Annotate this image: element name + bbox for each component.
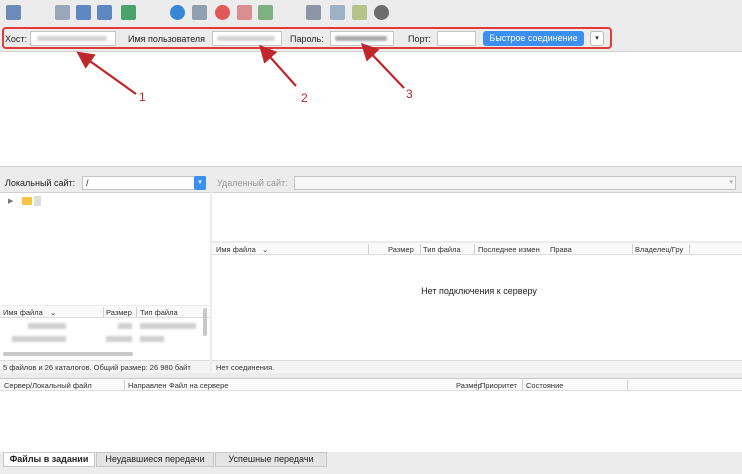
- remote-col-modified[interactable]: Последнее измен: [478, 245, 540, 254]
- remote-col-owner[interactable]: Владелец/Гру: [635, 245, 683, 254]
- annotation-arrow-2: [259, 44, 297, 87]
- remote-site-label: Удаленный сайт:: [217, 178, 288, 188]
- remote-col-type[interactable]: Тип файла: [423, 245, 461, 254]
- app-status-bar: [0, 468, 742, 474]
- transfer-queue[interactable]: Сервер/Локальный файл Направлен Файл на …: [0, 378, 742, 452]
- local-site-bar: Локальный сайт: / ▾: [0, 172, 210, 192]
- chevron-down-icon[interactable]: ⌄: [50, 308, 56, 317]
- tab-queued-files[interactable]: Файлы в задании: [3, 452, 95, 467]
- remote-status-bar: Нет соединения.: [212, 360, 742, 373]
- local-status-bar: 5 файлов и 26 каталогов. Общий размер: 2…: [0, 360, 210, 373]
- scrollbar-horizontal[interactable]: [3, 352, 133, 356]
- expand-arrow-icon[interactable]: ▶: [8, 197, 13, 205]
- tab-failed-transfers[interactable]: Неудавшиеся передачи: [96, 452, 214, 467]
- annotation-label-3: 3: [406, 87, 413, 101]
- remote-status-text: Нет соединения.: [216, 363, 275, 372]
- list-item[interactable]: [0, 320, 204, 332]
- remote-col-permissions[interactable]: Права: [550, 245, 572, 254]
- local-col-filename[interactable]: Имя файла: [3, 308, 43, 317]
- queue-col-direction[interactable]: Направлен: [128, 381, 167, 390]
- queue-col-size[interactable]: Размер: [456, 381, 482, 390]
- remote-file-list-header: Имя файла ⌄ Размер Тип файла Последнее и…: [212, 243, 742, 255]
- list-item[interactable]: [0, 333, 204, 345]
- local-site-label: Локальный сайт:: [5, 178, 76, 188]
- chevron-down-icon[interactable]: ▾: [194, 176, 206, 190]
- chevron-down-icon[interactable]: ▾: [729, 178, 733, 186]
- local-file-list-header: Имя файла ⌄ Размер Тип файла: [0, 306, 210, 318]
- queue-tabs: Файлы в задании Неудавшиеся передачи Усп…: [0, 452, 742, 468]
- annotation-label-2: 2: [301, 91, 308, 105]
- folder-icon[interactable]: [22, 197, 32, 205]
- annotation-label-1: 1: [139, 90, 146, 104]
- queue-col-priority[interactable]: Приоритет: [480, 381, 517, 390]
- chevron-down-icon[interactable]: ⌄: [262, 245, 268, 254]
- scrollbar-vertical[interactable]: [203, 308, 207, 336]
- queue-col-server-local[interactable]: Сервер/Локальный файл: [4, 381, 92, 390]
- not-connected-message: Нет подключения к серверу: [421, 286, 537, 296]
- remote-site-bar: Удаленный сайт: ▾: [212, 172, 742, 192]
- local-path-combo[interactable]: / ▾: [82, 176, 206, 190]
- remote-directory-tree[interactable]: [212, 192, 742, 241]
- local-status-text: 5 файлов и 26 каталогов. Общий размер: 2…: [3, 363, 191, 372]
- transfer-queue-header: Сервер/Локальный файл Направлен Файл на …: [0, 379, 742, 391]
- local-directory-tree[interactable]: ▶: [0, 192, 210, 305]
- local-col-type[interactable]: Тип файла: [140, 308, 178, 317]
- tab-successful-transfers[interactable]: Успешные передачи: [215, 452, 327, 467]
- remote-path-combo[interactable]: ▾: [294, 176, 736, 190]
- annotation-arrow-1: [76, 51, 137, 95]
- annotation-arrow-3: [360, 42, 405, 89]
- remote-col-size[interactable]: Размер: [388, 245, 414, 254]
- local-path-value: /: [86, 178, 89, 188]
- folder-name-redacted: [34, 196, 41, 206]
- queue-col-status[interactable]: Состояние: [526, 381, 563, 390]
- remote-col-filename[interactable]: Имя файла: [216, 245, 256, 254]
- local-col-size[interactable]: Размер: [106, 308, 132, 317]
- queue-col-remote-file[interactable]: Файл на сервере: [169, 381, 228, 390]
- local-file-list[interactable]: Имя файла ⌄ Размер Тип файла: [0, 306, 210, 360]
- remote-file-list[interactable]: Имя файла ⌄ Размер Тип файла Последнее и…: [212, 243, 742, 360]
